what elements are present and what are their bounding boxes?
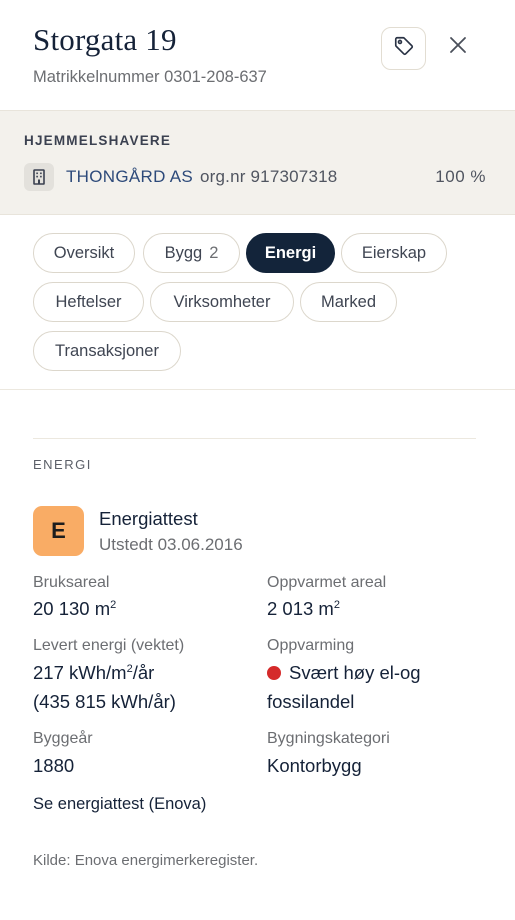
close-button[interactable] xyxy=(443,32,473,62)
tab-label: Oversikt xyxy=(53,243,115,262)
field-value-oppvarmet: 2 013 m2 xyxy=(267,594,340,623)
value-text: 2 013 m xyxy=(267,598,334,619)
unit-exponent: 2 xyxy=(110,598,117,611)
tab-label: Marked xyxy=(320,292,377,311)
tab-label: Energi xyxy=(264,243,317,262)
field-label-oppvarmet: Oppvarmet areal xyxy=(267,574,387,591)
tab-label: Bygg xyxy=(164,243,203,262)
tag-icon xyxy=(393,35,415,62)
field-value-oppvarming: Svært høy el-og fossilandel xyxy=(267,658,421,716)
value-line: (435 815 kWh/år) xyxy=(33,691,176,712)
tab-heftelser[interactable]: Heftelser xyxy=(33,282,144,322)
field-label-byggeaar: Byggeår xyxy=(33,730,93,747)
divider xyxy=(0,389,515,390)
tab-energi[interactable]: Energi xyxy=(246,233,335,273)
tab-label: Heftelser xyxy=(55,292,122,311)
value-text: 20 130 m xyxy=(33,598,111,619)
tab-label: Transaksjoner xyxy=(55,341,159,360)
owner-row: THONGÅRD AS org.nr 917307318 100 % xyxy=(24,161,494,193)
tab-eierskap[interactable]: Eierskap xyxy=(341,233,447,273)
owners-section: HJEMMELSHAVERE THONGÅRD AS org.nr 917307… xyxy=(0,110,515,215)
tab-count: 2 xyxy=(209,243,219,262)
field-label-levert: Levert energi (vektet) xyxy=(33,637,185,654)
value-line: 217 kWh/m2/år xyxy=(33,658,176,687)
field-value-levert: 217 kWh/m2/år (435 815 kWh/år) xyxy=(33,658,176,716)
owner-name-link[interactable]: THONGÅRD AS xyxy=(66,167,193,187)
panel-header: Storgata 19 Matrikkelnummer 0301-208-637 xyxy=(0,0,515,110)
owner-org-number: org.nr 917307318 xyxy=(200,167,338,186)
certificate-date: Utstedt 03.06.2016 xyxy=(99,535,243,554)
energy-grade-badge: E xyxy=(33,506,84,556)
building-icon xyxy=(24,163,54,191)
field-label-oppvarming: Oppvarming xyxy=(267,637,355,654)
tag-button[interactable] xyxy=(381,27,426,70)
tab-label: Eierskap xyxy=(361,243,427,262)
cadastre-number: Matrikkelnummer 0301-208-637 xyxy=(33,68,267,86)
owner-share: 100 % xyxy=(435,167,486,186)
tab-marked[interactable]: Marked xyxy=(300,282,397,322)
tab-virksomheter[interactable]: Virksomheter xyxy=(150,282,294,322)
tab-transaksjoner[interactable]: Transaksjoner xyxy=(33,331,181,371)
certificate-title: Energiattest xyxy=(99,508,198,529)
energy-certificate-link[interactable]: Se energiattest (Enova) xyxy=(33,795,206,814)
owners-heading: HJEMMELSHAVERE xyxy=(24,133,172,148)
status-indicator-icon xyxy=(267,666,281,680)
value-line: Svært høy el-og xyxy=(267,658,421,687)
value-line: fossilandel xyxy=(267,691,355,712)
value-text: 217 kWh/m xyxy=(33,662,127,683)
field-value-kategori: Kontorbygg xyxy=(267,755,362,776)
tab-bygg[interactable]: Bygg 2 xyxy=(143,233,240,273)
tab-oversikt[interactable]: Oversikt xyxy=(33,233,135,273)
value-text: Svært høy el-og xyxy=(289,662,421,683)
value-text: /år xyxy=(132,662,155,683)
field-label-bruksareal: Bruksareal xyxy=(33,574,110,591)
unit-exponent: 2 xyxy=(333,598,340,611)
field-value-byggeaar: 1880 xyxy=(33,755,75,776)
close-icon xyxy=(448,35,468,60)
section-heading: ENERGI xyxy=(33,457,92,472)
source-note: Kilde: Enova energimerkeregister. xyxy=(33,852,259,869)
tab-label: Virksomheter xyxy=(173,292,271,311)
divider xyxy=(33,438,476,439)
field-value-bruksareal: 20 130 m2 xyxy=(33,594,116,623)
page-title: Storgata 19 xyxy=(33,22,177,57)
field-label-kategori: Bygningskategori xyxy=(267,730,390,747)
